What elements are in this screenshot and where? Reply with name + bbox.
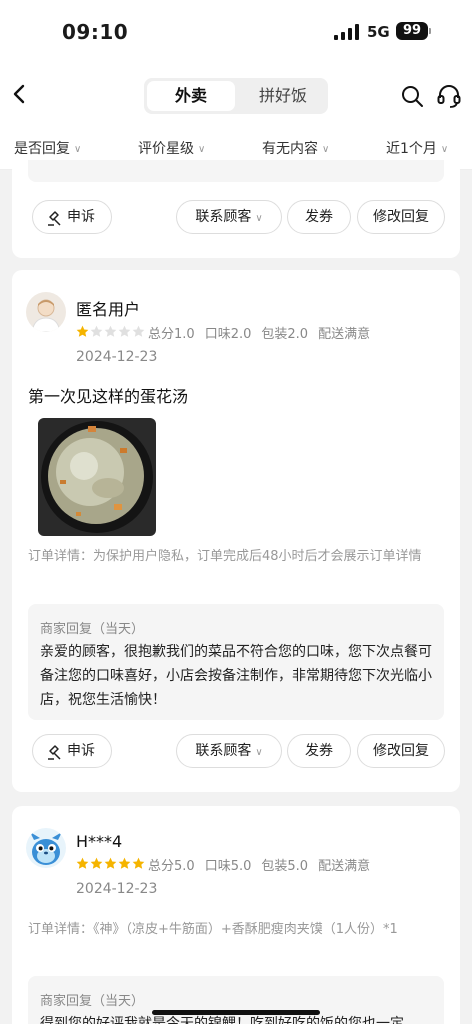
star-empty-icon — [104, 325, 117, 337]
tab-pinhaofan[interactable]: 拼好饭 — [240, 81, 326, 111]
taste-score: 口味2.0 — [204, 327, 252, 342]
taste-score: 口味5.0 — [204, 859, 252, 874]
battery-icon: 99 — [396, 22, 428, 40]
coupon-label: 发券 — [305, 209, 333, 225]
filter-star-rating[interactable]: 评价星级 ∨ — [138, 138, 205, 158]
score-summary: 总分5.0 口味5.0 包装5.0 配送满意 — [148, 855, 380, 874]
review-content: 第一次见这样的蛋花汤 — [28, 387, 189, 406]
chevron-down-icon: ∨ — [440, 143, 449, 155]
score-summary: 总分1.0 口味2.0 包装2.0 配送满意 — [148, 323, 380, 342]
filter-star-label: 评价星级 — [138, 141, 194, 157]
star-rating — [76, 857, 146, 871]
filter-has-content[interactable]: 有无内容 ∨ — [262, 138, 329, 158]
avatar — [26, 828, 66, 868]
back-arrow-icon[interactable] — [8, 76, 32, 112]
review-card: H***4 总分5.0 口味5.0 包装5.0 配送满意 2024-12-23 订单详… — [12, 806, 460, 1024]
chevron-down-icon: ∨ — [322, 143, 330, 155]
edit-reply-button[interactable]: 修改回复 — [357, 200, 445, 234]
filter-time-range[interactable]: 近1个月 ∨ — [386, 138, 448, 158]
delivery-rating: 配送满意 — [318, 327, 371, 342]
order-detail: 订单详情：为保护用户隐私，订单完成后48小时后才会展示订单详情 — [28, 549, 422, 564]
total-score: 总分5.0 — [148, 859, 195, 874]
star-filled-icon — [132, 857, 145, 869]
delivery-rating: 配送满意 — [318, 859, 371, 874]
reviewer-name: H***4 — [76, 832, 123, 851]
appeal-button[interactable]: 申诉 — [32, 734, 112, 768]
reply-text: 亲爱的顾客，很抱歉我们的菜品不符合您的口味，您下次点餐可备注您的口味喜好，小店会… — [40, 644, 432, 708]
headset-icon[interactable] — [436, 83, 462, 109]
filter-replied-label: 是否回复 — [14, 141, 70, 157]
review-photo[interactable] — [38, 418, 156, 536]
filter-replied[interactable]: 是否回复 ∨ — [14, 138, 81, 158]
star-filled-icon — [76, 857, 89, 869]
appeal-label: 申诉 — [67, 743, 95, 759]
battery-tip — [429, 28, 431, 34]
coupon-button[interactable]: 发券 — [287, 734, 351, 768]
contact-label: 联系顾客 — [195, 743, 252, 759]
hammer-icon — [48, 211, 61, 226]
search-icon[interactable] — [400, 84, 424, 108]
status-time: 09:10 — [62, 20, 129, 44]
package-score: 包装2.0 — [261, 327, 309, 342]
signal-icon — [334, 24, 360, 40]
star-filled-icon — [76, 325, 89, 337]
review-card-previous: 申诉 联系顾客 ∨ 发券 修改回复 — [12, 160, 460, 258]
star-empty-icon — [118, 325, 131, 337]
package-score: 包装5.0 — [261, 859, 309, 874]
star-rating — [76, 325, 146, 339]
merchant-reply: 商家回复（当天） 得到您的好评我就是今天的锦鲤！吃到好吃的饭的您也一定 — [28, 976, 444, 1024]
review-date: 2024-12-23 — [76, 349, 158, 365]
total-score: 总分1.0 — [148, 327, 195, 342]
status-bar: 09:10 5G 99 — [0, 0, 472, 64]
review-card: 匿名用户 总分1.0 口味2.0 包装2.0 配送满意 2024-12-23 第一次见… — [12, 270, 460, 792]
chevron-down-icon: ∨ — [198, 143, 206, 155]
contact-label: 联系顾客 — [195, 209, 252, 225]
edit-reply-label: 修改回复 — [373, 209, 429, 225]
cartoon-avatar-icon — [30, 832, 62, 865]
star-empty-icon — [132, 325, 145, 337]
default-user-icon — [31, 299, 61, 332]
chevron-down-icon: ∨ — [255, 213, 263, 224]
edit-reply-button[interactable]: 修改回复 — [357, 734, 445, 768]
star-filled-icon — [104, 857, 117, 869]
coupon-label: 发券 — [305, 743, 333, 759]
chevron-down-icon: ∨ — [255, 747, 263, 758]
reviewer-name: 匿名用户 — [76, 300, 141, 319]
network-type: 5G — [367, 23, 390, 41]
review-date: 2024-12-23 — [76, 881, 158, 897]
order-type-toggle: 外卖 拼好饭 — [144, 78, 328, 114]
filter-time-label: 近1个月 — [386, 141, 437, 157]
filter-content-label: 有无内容 — [262, 141, 318, 157]
star-filled-icon — [90, 857, 103, 869]
chevron-down-icon: ∨ — [74, 143, 82, 155]
appeal-button[interactable]: 申诉 — [32, 200, 112, 234]
nav-bar: 外卖 拼好饭 — [0, 64, 472, 126]
hammer-icon — [48, 745, 61, 760]
avatar — [26, 292, 66, 332]
star-filled-icon — [118, 857, 131, 869]
tab-waimai[interactable]: 外卖 — [147, 81, 235, 111]
coupon-button[interactable]: 发券 — [287, 200, 351, 234]
soup-photo-image — [38, 418, 156, 536]
reply-title: 商家回复（当天） — [40, 994, 145, 1009]
edit-reply-label: 修改回复 — [373, 743, 429, 759]
reply-box — [28, 160, 444, 182]
order-detail: 订单详情：《神》（凉皮+牛筋面）+香酥肥瘦肉夹馍（1人份）*1 — [28, 922, 398, 937]
contact-customer-button[interactable]: 联系顾客 ∨ — [176, 200, 282, 234]
home-indicator[interactable] — [152, 1010, 320, 1015]
reply-title: 商家回复（当天） — [40, 622, 145, 637]
contact-customer-button[interactable]: 联系顾客 ∨ — [176, 734, 282, 768]
appeal-label: 申诉 — [67, 209, 95, 225]
star-empty-icon — [90, 325, 103, 337]
merchant-reply: 商家回复（当天） 亲爱的顾客，很抱歉我们的菜品不符合您的口味，您下次点餐可备注您… — [28, 604, 444, 720]
